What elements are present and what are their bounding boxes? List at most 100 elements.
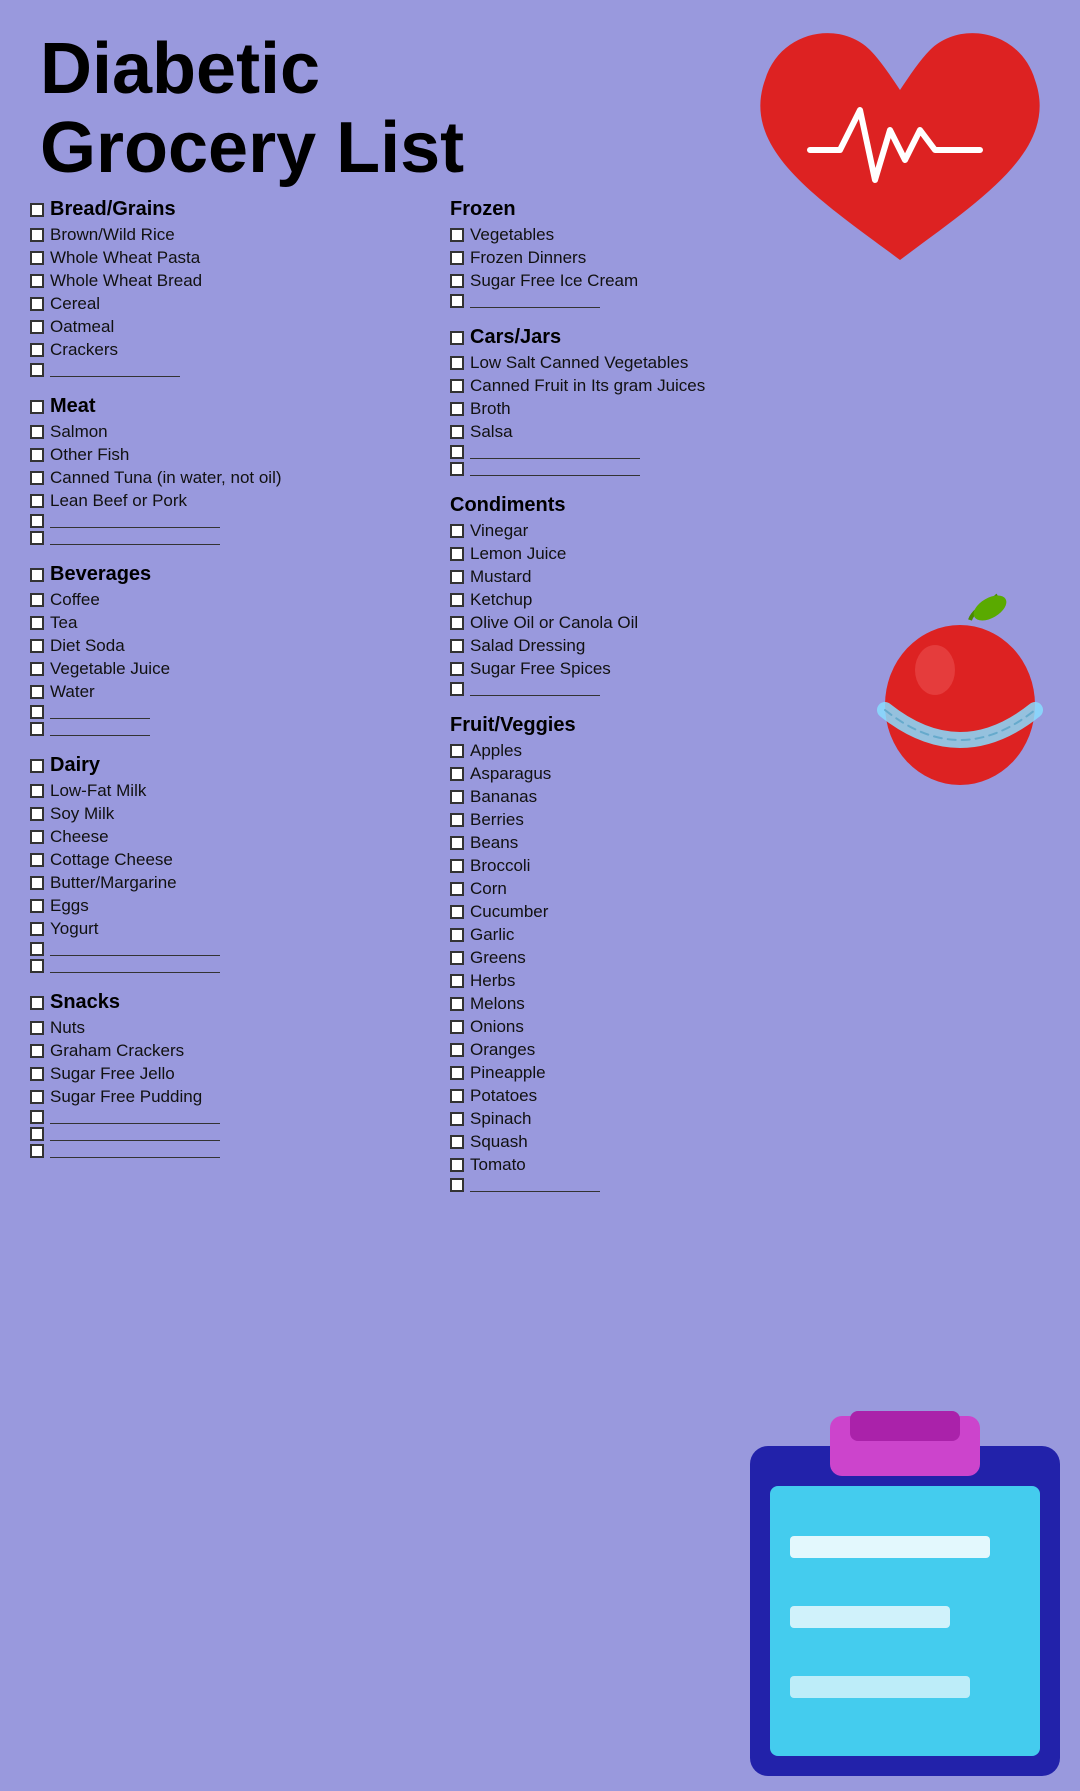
checkbox-item[interactable] <box>30 514 44 528</box>
checkbox-item[interactable] <box>450 547 464 561</box>
list-item: Eggs <box>30 896 440 916</box>
checkbox-item[interactable] <box>30 320 44 334</box>
checkbox-item[interactable] <box>450 997 464 1011</box>
checkbox-item[interactable] <box>30 853 44 867</box>
list-item-blank <box>30 363 440 377</box>
checkbox-item[interactable] <box>30 959 44 973</box>
checkbox-item[interactable] <box>30 363 44 377</box>
checkbox-item[interactable] <box>450 1089 464 1103</box>
list-item: Diet Soda <box>30 636 440 656</box>
checkbox-item[interactable] <box>30 531 44 545</box>
checkbox-item[interactable] <box>30 1110 44 1124</box>
checkbox-item[interactable] <box>450 974 464 988</box>
checkbox-item[interactable] <box>450 682 464 696</box>
checkbox-item[interactable] <box>450 1178 464 1192</box>
checkbox-item[interactable] <box>450 882 464 896</box>
list-item: Tomato <box>450 1155 870 1175</box>
checkbox-item[interactable] <box>450 251 464 265</box>
checkbox-item[interactable] <box>450 356 464 370</box>
checkbox-item[interactable] <box>450 790 464 804</box>
checkbox-item[interactable] <box>450 294 464 308</box>
checkbox-item[interactable] <box>450 744 464 758</box>
checkbox-item[interactable] <box>450 228 464 242</box>
checkbox-item[interactable] <box>450 402 464 416</box>
checkbox-item[interactable] <box>450 813 464 827</box>
checkbox-item[interactable] <box>450 1020 464 1034</box>
list-item-blank <box>30 959 440 973</box>
checkbox-item[interactable] <box>30 1090 44 1104</box>
checkbox-item[interactable] <box>30 830 44 844</box>
checkbox-item[interactable] <box>450 1135 464 1149</box>
list-item: Broth <box>450 399 870 419</box>
checkbox-item[interactable] <box>30 1144 44 1158</box>
checkbox-beverages[interactable] <box>30 568 44 582</box>
checkbox-item[interactable] <box>450 859 464 873</box>
list-item: Potatoes <box>450 1086 870 1106</box>
checkbox-item[interactable] <box>30 494 44 508</box>
checkbox-cans-jars[interactable] <box>450 331 464 345</box>
checkbox-item[interactable] <box>450 1112 464 1126</box>
checkbox-item[interactable] <box>30 251 44 265</box>
checkbox-bread-grains[interactable] <box>30 203 44 217</box>
list-item: Sugar Free Ice Cream <box>450 271 870 291</box>
checkbox-item[interactable] <box>30 807 44 821</box>
list-item: Whole Wheat Bread <box>30 271 440 291</box>
checkbox-item[interactable] <box>30 1127 44 1141</box>
checkbox-item[interactable] <box>30 471 44 485</box>
checkbox-item[interactable] <box>30 942 44 956</box>
list-item: Asparagus <box>450 764 870 784</box>
checkbox-item[interactable] <box>450 905 464 919</box>
list-item: Vegetables <box>450 225 870 245</box>
checkbox-item[interactable] <box>30 1021 44 1035</box>
checkbox-item[interactable] <box>450 662 464 676</box>
checkbox-item[interactable] <box>30 899 44 913</box>
checkbox-item[interactable] <box>450 593 464 607</box>
checkbox-item[interactable] <box>30 297 44 311</box>
checkbox-item[interactable] <box>450 462 464 476</box>
checkbox-item[interactable] <box>30 784 44 798</box>
checkbox-snacks[interactable] <box>30 996 44 1010</box>
section-cans-jars: Cars/Jars Low Salt Canned Vegetables Can… <box>450 326 870 476</box>
checkbox-item[interactable] <box>30 616 44 630</box>
checkbox-item[interactable] <box>450 379 464 393</box>
checkbox-item[interactable] <box>450 274 464 288</box>
checkbox-item[interactable] <box>450 767 464 781</box>
checkbox-meat[interactable] <box>30 400 44 414</box>
checkbox-item[interactable] <box>30 343 44 357</box>
checkbox-item[interactable] <box>450 445 464 459</box>
checkbox-item[interactable] <box>450 570 464 584</box>
page-title: DiabeticGrocery List <box>0 0 1080 198</box>
checkbox-item[interactable] <box>450 1066 464 1080</box>
section-condiments: Condiments Vinegar Lemon Juice Mustard K… <box>450 494 870 696</box>
checkbox-item[interactable] <box>450 639 464 653</box>
checkbox-item[interactable] <box>30 448 44 462</box>
checkbox-item[interactable] <box>30 1044 44 1058</box>
checkbox-dairy[interactable] <box>30 759 44 773</box>
checkbox-item[interactable] <box>30 705 44 719</box>
list-item: Tea <box>30 613 440 633</box>
checkbox-item[interactable] <box>30 639 44 653</box>
list-item: Graham Crackers <box>30 1041 440 1061</box>
checkbox-item[interactable] <box>30 685 44 699</box>
checkbox-item[interactable] <box>30 1067 44 1081</box>
checkbox-item[interactable] <box>30 593 44 607</box>
checkbox-item[interactable] <box>450 425 464 439</box>
checkbox-item[interactable] <box>450 1158 464 1172</box>
list-item: Squash <box>450 1132 870 1152</box>
checkbox-item[interactable] <box>450 928 464 942</box>
checkbox-item[interactable] <box>30 876 44 890</box>
checkbox-item[interactable] <box>30 228 44 242</box>
checkbox-item[interactable] <box>30 722 44 736</box>
checkbox-item[interactable] <box>450 951 464 965</box>
checkbox-item[interactable] <box>30 662 44 676</box>
checkbox-item[interactable] <box>450 524 464 538</box>
section-fruit-veggies: Fruit/Veggies Apples Asparagus Bananas B… <box>450 714 870 1192</box>
checkbox-item[interactable] <box>450 1043 464 1057</box>
checkbox-item[interactable] <box>450 616 464 630</box>
list-item: Lemon Juice <box>450 544 870 564</box>
list-item: Salmon <box>30 422 440 442</box>
checkbox-item[interactable] <box>450 836 464 850</box>
checkbox-item[interactable] <box>30 425 44 439</box>
checkbox-item[interactable] <box>30 274 44 288</box>
checkbox-item[interactable] <box>30 922 44 936</box>
